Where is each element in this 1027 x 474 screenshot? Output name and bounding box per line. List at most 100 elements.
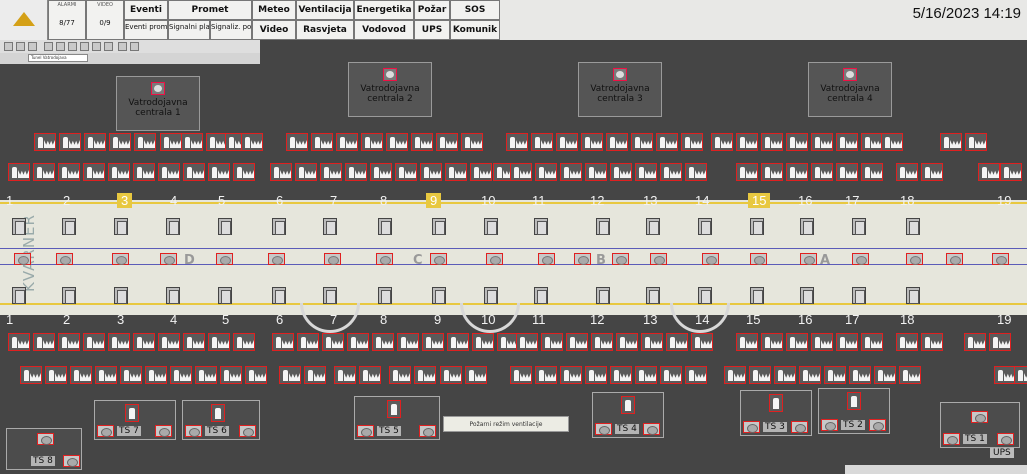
fire-detector[interactable] (560, 163, 582, 181)
fire-detector[interactable] (334, 366, 356, 384)
fire-detector[interactable] (535, 163, 557, 181)
emergency-door-icon[interactable] (750, 287, 764, 304)
emergency-door-icon[interactable] (166, 287, 180, 304)
tunnel-lamp-icon[interactable] (324, 253, 341, 265)
emergency-door-icon[interactable] (323, 287, 337, 304)
fire-detector[interactable] (861, 133, 883, 151)
tool-icon[interactable] (56, 42, 65, 51)
fire-detector[interactable] (556, 133, 578, 151)
fire-detector[interactable] (461, 133, 483, 151)
fire-detector[interactable] (964, 333, 986, 351)
emergency-door-icon[interactable] (218, 287, 232, 304)
menu-signalni-planovi[interactable]: Signalni planovi (168, 20, 210, 40)
fire-detector[interactable] (109, 133, 131, 151)
fire-detector[interactable] (749, 366, 771, 384)
fire-detector[interactable] (786, 333, 808, 351)
tool-icon[interactable] (92, 42, 101, 51)
fire-detector[interactable] (311, 133, 333, 151)
fire-detector[interactable] (510, 366, 532, 384)
emergency-door-icon[interactable] (166, 218, 180, 235)
tool-icon[interactable] (118, 42, 127, 51)
tunnel-lamp-icon[interactable] (946, 253, 963, 265)
fire-detector[interactable] (386, 133, 408, 151)
emergency-door-icon[interactable] (323, 218, 337, 235)
menu-komunik[interactable]: Komunik (450, 20, 500, 40)
emergency-door-icon[interactable] (534, 287, 548, 304)
emergency-door-icon[interactable] (484, 218, 498, 235)
fire-detector[interactable] (585, 163, 607, 181)
fire-detector[interactable] (811, 163, 833, 181)
fire-detector[interactable] (83, 333, 105, 351)
fire-detector[interactable] (359, 366, 381, 384)
fire-detector[interactable] (361, 133, 383, 151)
fire-detector[interactable] (861, 333, 883, 351)
fire-detector[interactable] (616, 333, 638, 351)
fire-detector[interactable] (233, 333, 255, 351)
fire-detector[interactable] (874, 366, 896, 384)
tunnel-lamp-icon[interactable] (160, 253, 177, 265)
tunnel-lamp-icon[interactable] (56, 253, 73, 265)
fire-detector[interactable] (59, 133, 81, 151)
fire-detector[interactable] (370, 163, 392, 181)
fire-detector[interactable] (183, 333, 205, 351)
fire-central-1[interactable]: Vatrodojavna centrala 1 (116, 76, 200, 131)
fire-detector[interactable] (134, 133, 156, 151)
tool-icon[interactable] (68, 42, 77, 51)
emergency-door-icon[interactable] (906, 218, 920, 235)
emergency-door-icon[interactable] (852, 218, 866, 235)
tunnel-lamp-icon[interactable] (650, 253, 667, 265)
tunnel-lamp-icon[interactable] (376, 253, 393, 265)
emergency-door-icon[interactable] (800, 287, 814, 304)
fire-detector[interactable] (681, 133, 703, 151)
fire-detector[interactable] (270, 163, 292, 181)
tool-icon[interactable] (44, 42, 53, 51)
emergency-door-icon[interactable] (432, 287, 446, 304)
fire-detector[interactable] (320, 163, 342, 181)
fire-detector[interactable] (279, 366, 301, 384)
emergency-door-icon[interactable] (378, 287, 392, 304)
tunnel-lamp-icon[interactable] (268, 253, 285, 265)
emergency-door-icon[interactable] (484, 287, 498, 304)
tunnel-lamp-icon[interactable] (574, 253, 591, 265)
fire-detector[interactable] (445, 163, 467, 181)
fire-detector[interactable] (70, 366, 92, 384)
menu-vodovod[interactable]: Vodovod (354, 20, 414, 40)
home-button[interactable] (0, 0, 48, 40)
fire-detector[interactable] (411, 133, 433, 151)
fire-detector[interactable] (1014, 366, 1027, 384)
fire-ventilation-mode-button[interactable]: Požarni režim ventilacije (443, 416, 569, 432)
fire-detector[interactable] (34, 133, 56, 151)
fire-detector[interactable] (610, 163, 632, 181)
station-ts2[interactable]: TS 2 (818, 388, 890, 434)
fire-detector[interactable] (660, 163, 682, 181)
tunnel-lamp-icon[interactable] (486, 253, 503, 265)
fire-detector[interactable] (736, 333, 758, 351)
fire-detector[interactable] (685, 366, 707, 384)
fire-detector[interactable] (170, 366, 192, 384)
fire-detector[interactable] (440, 366, 462, 384)
menu-sos[interactable]: SOS (450, 0, 500, 20)
emergency-door-icon[interactable] (62, 287, 76, 304)
fire-detector[interactable] (899, 366, 921, 384)
emergency-door-icon[interactable] (534, 218, 548, 235)
fire-detector[interactable] (45, 366, 67, 384)
fire-detector[interactable] (761, 333, 783, 351)
tunnel-lamp-icon[interactable] (112, 253, 129, 265)
tunnel-lamp-icon[interactable] (702, 253, 719, 265)
tunnel-lamp-icon[interactable] (14, 253, 31, 265)
fire-detector[interactable] (58, 333, 80, 351)
menu-pozar[interactable]: Požar (414, 0, 450, 20)
fire-detector[interactable] (631, 133, 653, 151)
tunnel-lamp-icon[interactable] (852, 253, 869, 265)
fire-detector[interactable] (531, 133, 553, 151)
fire-detector[interactable] (33, 163, 55, 181)
emergency-door-icon[interactable] (378, 218, 392, 235)
fire-detector[interactable] (836, 133, 858, 151)
fire-detector[interactable] (606, 133, 628, 151)
tool-icon[interactable] (4, 42, 13, 51)
fire-detector[interactable] (420, 163, 442, 181)
fire-detector[interactable] (1000, 163, 1022, 181)
fire-detector[interactable] (158, 163, 180, 181)
fire-detector[interactable] (470, 163, 492, 181)
menu-eventi-promet[interactable]: Eventi promet (124, 20, 168, 40)
